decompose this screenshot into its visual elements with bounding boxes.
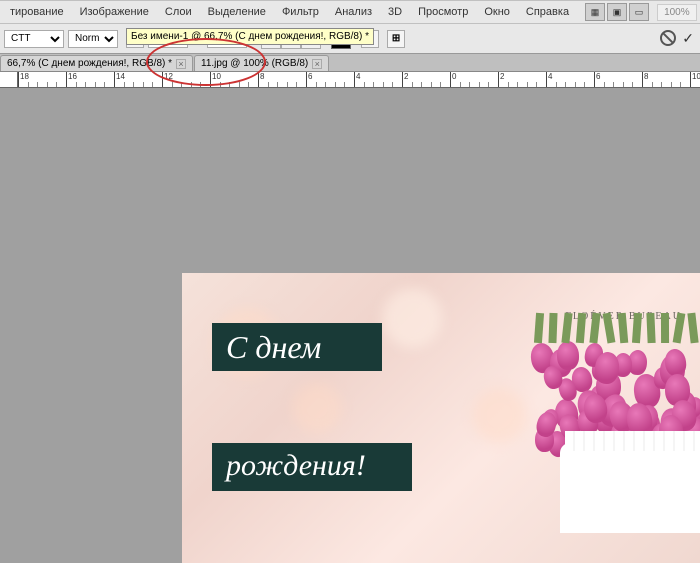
menu-edit[interactable]: тирование bbox=[2, 3, 72, 21]
tab-untitled[interactable]: 66,7% (С днем рождения!, RGB/8) * × bbox=[0, 55, 193, 71]
font-style-select[interactable]: Normal bbox=[68, 30, 118, 48]
menu-analysis[interactable]: Анализ bbox=[327, 3, 380, 21]
menu-bar: тирование Изображение Слои Выделение Фил… bbox=[0, 0, 700, 24]
layout-icon[interactable]: ▣ bbox=[607, 3, 627, 21]
text-layer-2[interactable]: рождения! bbox=[212, 443, 412, 491]
tab-label: 11.jpg @ 100% (RGB/8) bbox=[201, 58, 308, 69]
character-panel-icon[interactable]: ⊞ bbox=[387, 30, 405, 48]
tab-image[interactable]: 11.jpg @ 100% (RGB/8) × bbox=[194, 55, 329, 71]
text-layer-1[interactable]: С днем bbox=[212, 323, 382, 371]
vase bbox=[560, 443, 700, 533]
bokeh-circle bbox=[382, 288, 442, 348]
menu-layers[interactable]: Слои bbox=[157, 3, 200, 21]
close-icon[interactable]: × bbox=[312, 59, 322, 69]
screen-icon[interactable]: ▭ bbox=[629, 3, 649, 21]
ruler-origin[interactable] bbox=[0, 72, 18, 88]
menu-filter[interactable]: Фильтр bbox=[274, 3, 327, 21]
zoom-display[interactable]: 100% bbox=[657, 4, 697, 21]
menu-select[interactable]: Выделение bbox=[200, 3, 274, 21]
bokeh-circle bbox=[472, 388, 527, 443]
document-canvas[interactable]: С днем рождения! FLOÉVER BUREAU bbox=[182, 273, 700, 563]
horizontal-ruler[interactable]: 181614121086420246810 bbox=[18, 72, 700, 88]
close-icon[interactable]: × bbox=[176, 59, 186, 69]
menu-view[interactable]: Просмотр bbox=[410, 3, 476, 21]
menu-help[interactable]: Справка bbox=[518, 3, 577, 21]
menu-3d[interactable]: 3D bbox=[380, 3, 410, 21]
document-tabs: 66,7% (С днем рождения!, RGB/8) * × 11.j… bbox=[0, 54, 700, 72]
font-family-select[interactable]: CTT bbox=[4, 30, 64, 48]
document-tooltip: Без имени-1 @ 66,7% (С днем рождения!, R… bbox=[126, 28, 374, 45]
bokeh-circle bbox=[292, 383, 342, 433]
menu-window[interactable]: Окно bbox=[476, 3, 518, 21]
cancel-icon[interactable] bbox=[660, 30, 676, 46]
tab-label: 66,7% (С днем рождения!, RGB/8) * bbox=[7, 58, 172, 69]
menu-image[interactable]: Изображение bbox=[72, 3, 157, 21]
canvas-area[interactable]: С днем рождения! FLOÉVER BUREAU bbox=[0, 88, 700, 500]
commit-icon[interactable]: ✓ bbox=[682, 30, 694, 47]
flower-image: FLOÉVER BUREAU bbox=[520, 303, 700, 533]
workspace-icon[interactable]: ▦ bbox=[585, 3, 605, 21]
